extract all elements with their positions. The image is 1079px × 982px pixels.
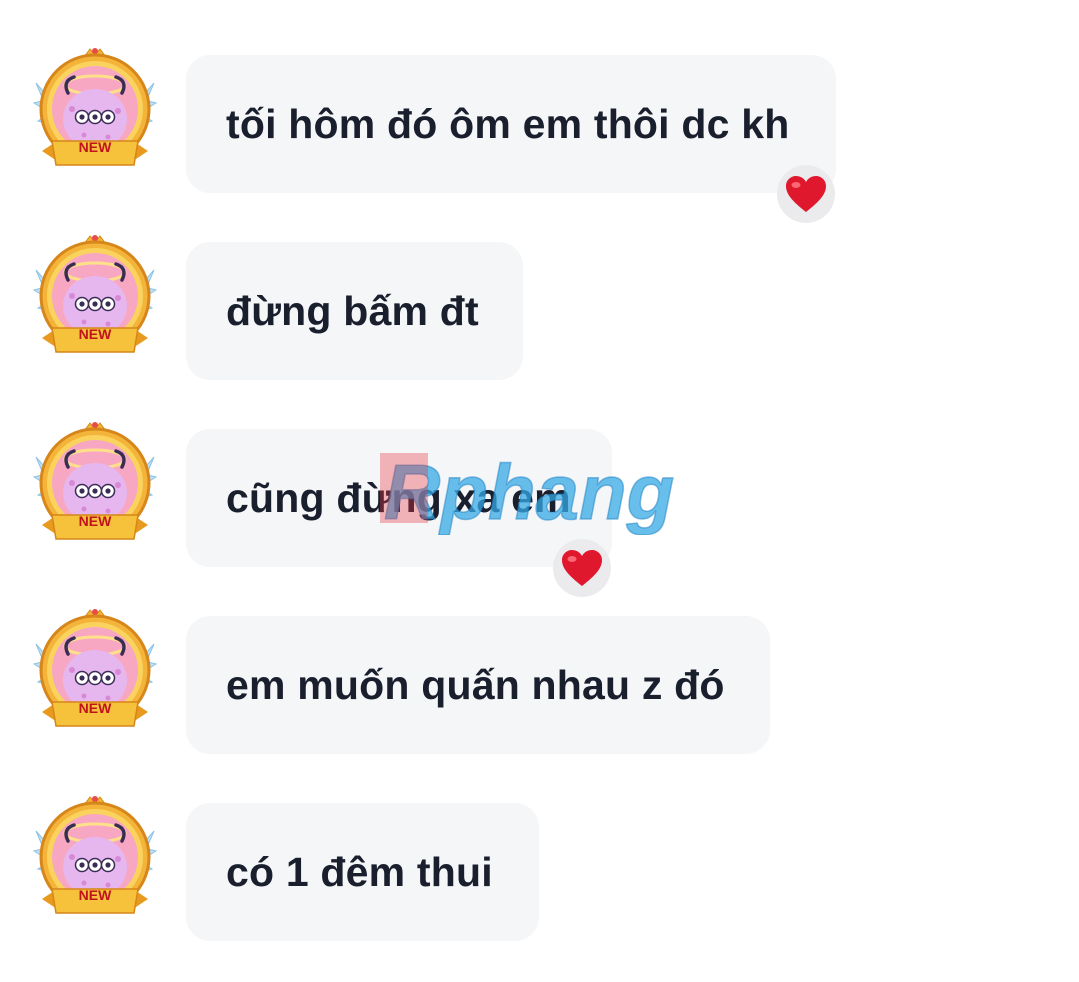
message-bubble[interactable]: có 1 đêm thui: [186, 803, 539, 941]
message-text: tối hôm đó ôm em thôi dc kh: [226, 100, 790, 147]
heart-icon: [784, 174, 828, 214]
message-row: NEW đừng bấm đt: [0, 242, 1079, 382]
heart-reaction[interactable]: [777, 165, 835, 223]
monster-badge-icon: [28, 417, 162, 551]
avatar[interactable]: NEW: [28, 604, 162, 738]
avatar-badge-label: NEW: [78, 326, 112, 342]
avatar[interactable]: NEW: [28, 230, 162, 364]
message-text: đừng bấm đt: [226, 287, 479, 334]
message-text: em muốn quấn nhau z đó: [226, 661, 725, 708]
message-row: NEW tối hôm đó ôm em thôi dc kh: [0, 55, 1079, 223]
avatar[interactable]: NEW: [28, 417, 162, 551]
message-text: có 1 đêm thui: [226, 848, 493, 895]
avatar[interactable]: NEW: [28, 43, 162, 177]
message-bubble[interactable]: em muốn quấn nhau z đó: [186, 616, 770, 754]
message-bubble[interactable]: đừng bấm đt: [186, 242, 523, 380]
avatar[interactable]: NEW: [28, 791, 162, 925]
message-bubble[interactable]: tối hôm đó ôm em thôi dc kh: [186, 55, 836, 193]
message-row: NEW em muốn quấn nhau z đó: [0, 616, 1079, 756]
avatar-badge-label: NEW: [78, 139, 112, 155]
avatar-badge-label: NEW: [78, 887, 112, 903]
monster-badge-icon: [28, 791, 162, 925]
message-text: cũng đừng xa em: [226, 474, 571, 521]
avatar-badge-label: NEW: [78, 700, 112, 716]
message-row: NEW cũng đừng xa em: [0, 429, 1079, 597]
monster-badge-icon: [28, 604, 162, 738]
heart-reaction[interactable]: [553, 539, 611, 597]
heart-icon: [560, 548, 604, 588]
monster-badge-icon: [28, 230, 162, 364]
avatar-badge-label: NEW: [78, 513, 112, 529]
monster-badge-icon: [28, 43, 162, 177]
message-bubble[interactable]: cũng đừng xa em: [186, 429, 612, 567]
message-row: NEW có 1 đêm thui: [0, 803, 1079, 943]
